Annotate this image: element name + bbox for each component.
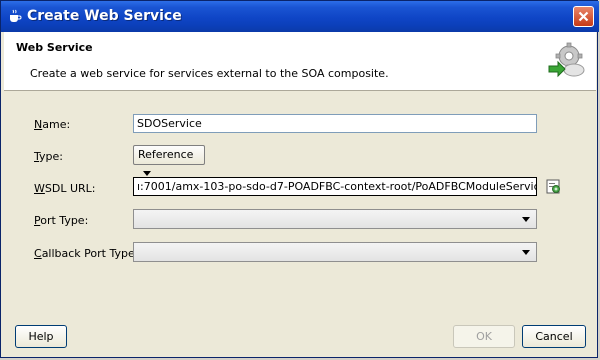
close-button[interactable] — [573, 6, 594, 27]
callback-port-type-combo[interactable] — [133, 242, 537, 262]
chevron-down-icon — [522, 217, 530, 222]
window-title: Create Web Service — [27, 8, 182, 24]
callback-port-type-label: Callback Port Type: — [34, 247, 139, 260]
close-icon — [578, 11, 589, 22]
type-dropdown[interactable]: Reference — [133, 145, 205, 176]
create-web-service-dialog: Create Web Service Web Service Create a … — [0, 0, 599, 358]
name-field[interactable]: SDOService — [133, 114, 537, 133]
dialog-header: Web Service Create a web service for ser… — [4, 32, 596, 91]
port-type-label: Port Type: — [34, 214, 89, 227]
type-value: Reference — [138, 148, 194, 161]
header-description: Create a web service for services extern… — [30, 67, 389, 80]
web-service-gear-icon — [548, 42, 585, 78]
port-type-combo[interactable] — [133, 209, 537, 229]
help-button[interactable]: Help — [15, 325, 67, 348]
header-title: Web Service — [16, 41, 93, 54]
cancel-button[interactable]: Cancel — [522, 325, 586, 348]
coffee-cup-icon — [10, 9, 22, 22]
chevron-down-icon — [143, 170, 151, 176]
browse-wsdl-icon[interactable] — [546, 179, 562, 195]
type-label: Type: — [34, 150, 63, 163]
name-label: Name: — [34, 118, 71, 131]
title-bar: Create Web Service — [1, 1, 599, 32]
ok-button[interactable]: OK — [453, 325, 515, 348]
chevron-down-icon — [522, 250, 530, 255]
wsdl-url-label: WSDL URL: — [34, 182, 96, 195]
wsdl-url-field[interactable]: ı:7001/amx-103-po-sdo-d7-POADFBC-context… — [133, 177, 537, 196]
